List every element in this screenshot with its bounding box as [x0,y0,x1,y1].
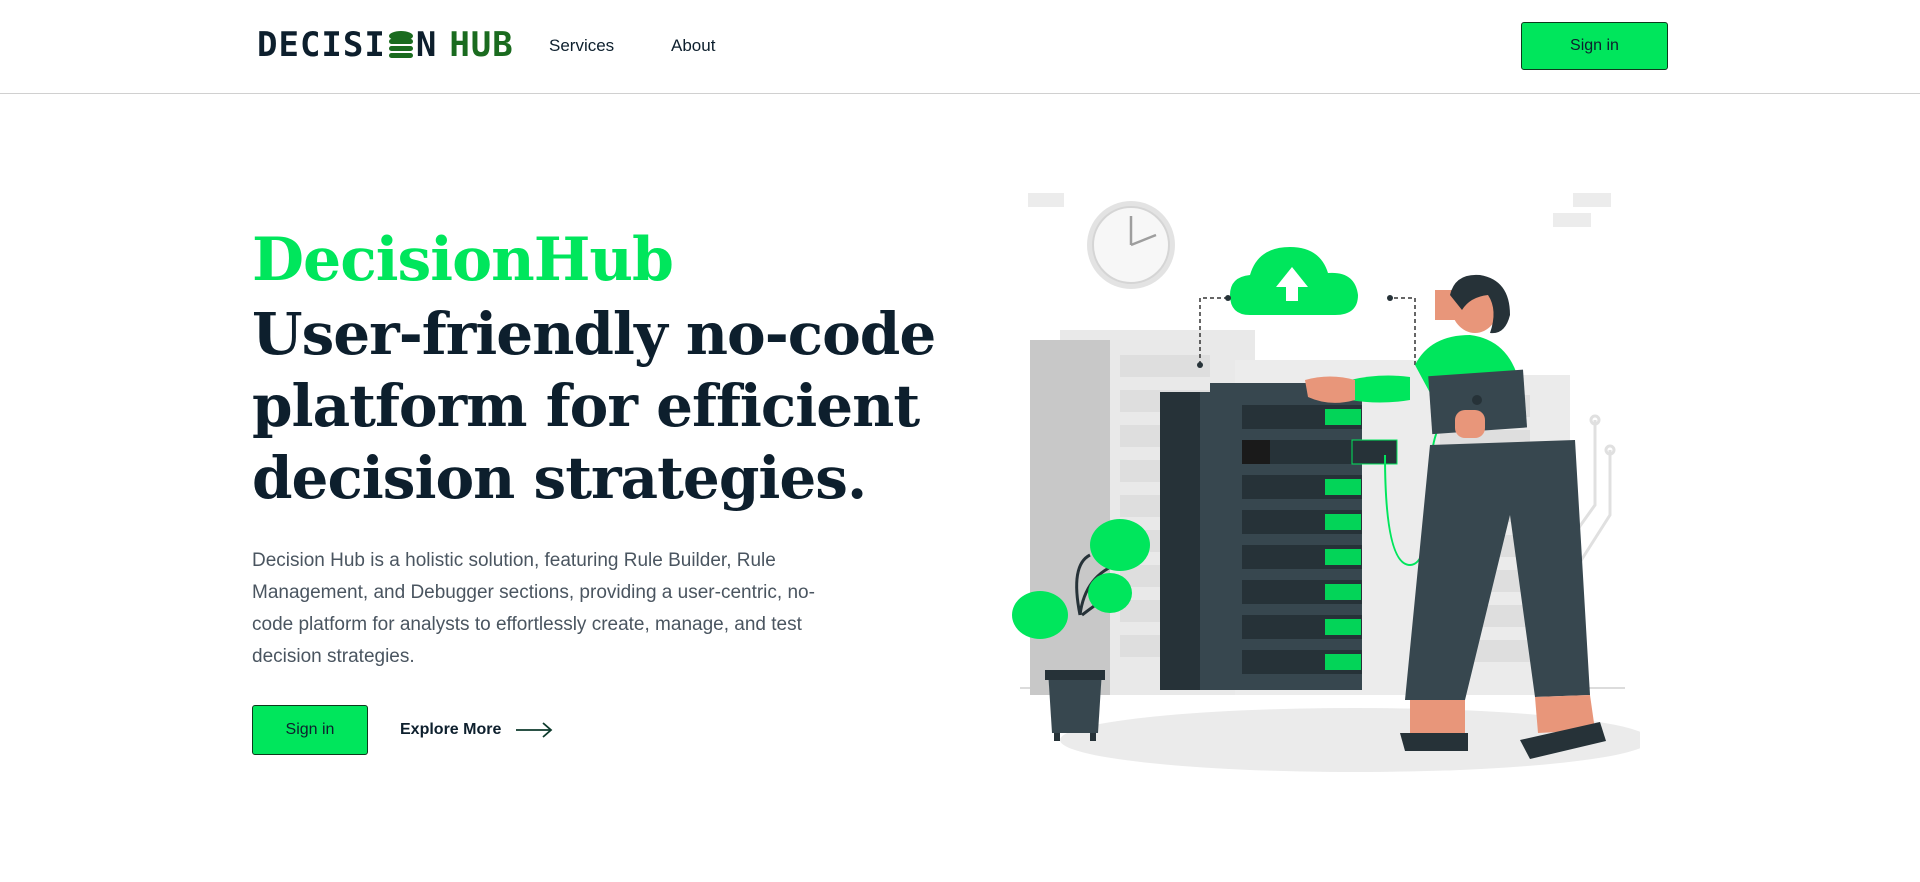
explore-more-label: Explore More [400,721,502,738]
cloud-upload-icon [1230,247,1358,315]
decisionhub-logo[interactable]: DECISI N HUB [257,25,514,65]
explore-more-link[interactable]: Explore More [400,716,553,744]
arrow-right-icon [516,722,553,738]
coin-stack-icon [388,31,413,58]
server-room-illustration [1012,193,1640,772]
hero-title: User-friendly no-code platform for effic… [252,298,952,514]
nav-services-link[interactable]: Services [549,36,614,56]
hero-title-line-2: platform for efficient [252,372,920,440]
site-header: DECISI N HUB Services About Sign in [0,0,1920,94]
hero-title-line-3: decision strategies. [252,444,867,512]
logo-text-n: N [415,25,438,65]
hero-description: Decision Hub is a holistic solution, fea… [252,550,815,667]
hero-sign-in-button[interactable]: Sign in [252,705,368,755]
logo-text-decisi: DECISI [257,25,386,65]
header-sign-in-button[interactable]: Sign in [1521,22,1668,70]
hero-brand-heading: DecisionHub [252,225,674,295]
nav-about-link[interactable]: About [671,36,715,56]
logo-text-hub: HUB [449,25,514,65]
hero-title-line-1: User-friendly no-code [252,300,936,368]
wall-clock-icon [1087,201,1175,289]
